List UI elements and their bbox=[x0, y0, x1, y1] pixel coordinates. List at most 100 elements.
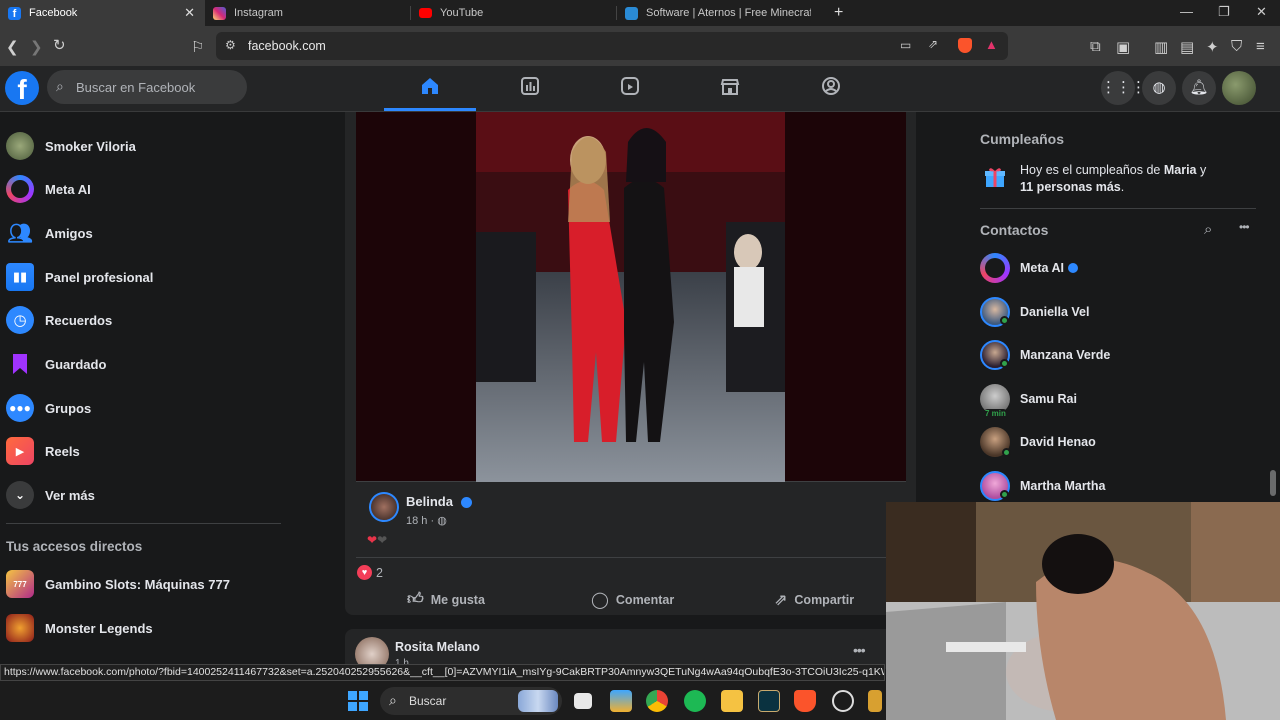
birthday-notice[interactable]: Hoy es el cumpleaños de Maria y 11 perso… bbox=[1020, 162, 1220, 196]
red-heart-icon: ❤ bbox=[367, 533, 378, 547]
wallet-icon[interactable]: ▤ bbox=[1180, 38, 1194, 56]
sidebar-item-groups[interactable]: ●●● Grupos bbox=[6, 391, 91, 425]
cast-icon[interactable]: ▭ bbox=[900, 38, 911, 52]
facebook-logo[interactable]: f bbox=[5, 71, 39, 105]
notifications-button[interactable]: 🔔︎ bbox=[1182, 71, 1216, 105]
leo-ai-icon[interactable]: ✦ bbox=[1206, 38, 1219, 56]
windows-start-icon[interactable] bbox=[348, 691, 368, 711]
post-timestamp[interactable]: 18 h · ◍ bbox=[406, 514, 447, 527]
address-bar[interactable]: ⚙ facebook.com ▭ ⇗ ▲ bbox=[216, 32, 1008, 60]
account-avatar[interactable] bbox=[1222, 71, 1256, 105]
post-author-name[interactable]: Rosita Melano bbox=[395, 640, 480, 654]
contact-item[interactable]: David Henao bbox=[980, 426, 1096, 458]
sidebar-item-reels[interactable]: ▶ Reels bbox=[6, 434, 80, 468]
sidebar-item-friends[interactable]: 👥︎ Amigos bbox=[6, 216, 92, 250]
bookmark-icon bbox=[6, 350, 34, 378]
file-explorer-icon[interactable] bbox=[721, 690, 743, 712]
post-photo[interactable] bbox=[476, 112, 785, 482]
back-icon[interactable]: ❮ bbox=[6, 38, 19, 56]
store-icon[interactable] bbox=[610, 690, 632, 712]
sidebar-item-see-more[interactable]: ⌄ Ver más bbox=[6, 478, 95, 512]
post-time-text: 18 h · bbox=[406, 515, 438, 527]
forward-icon[interactable]: ❯ bbox=[30, 38, 43, 56]
share-button[interactable]: ⇗ Compartir bbox=[774, 590, 854, 610]
contacts-options-icon[interactable]: ••• bbox=[1239, 220, 1250, 234]
league-client-icon[interactable] bbox=[758, 690, 780, 712]
tab-instagram[interactable]: Instagram bbox=[205, 0, 410, 26]
close-window-icon[interactable]: ✕ bbox=[1256, 4, 1267, 20]
minimize-icon[interactable]: — bbox=[1180, 4, 1193, 19]
sidebar-item-memories[interactable]: ◷ Recuerdos bbox=[6, 303, 112, 337]
contact-name: Manzana Verde bbox=[1020, 348, 1111, 362]
comment-button[interactable]: ◯ Comentar bbox=[591, 590, 674, 610]
app-icon[interactable] bbox=[832, 690, 854, 712]
vpn-icon[interactable]: ⛉ bbox=[1231, 38, 1242, 55]
chrome-icon[interactable] bbox=[646, 690, 668, 712]
love-reaction-icon[interactable]: ♥ bbox=[357, 565, 372, 580]
meta-ai-avatar bbox=[980, 253, 1010, 283]
verified-badge-icon bbox=[1068, 263, 1078, 273]
sidebar-item-professional[interactable]: ▮▮ Panel profesional bbox=[6, 260, 153, 294]
sidebar-toggle-icon[interactable]: ▥ bbox=[1154, 38, 1168, 56]
sidebar-item-profile[interactable]: Smoker Viloria bbox=[6, 129, 136, 163]
gambino-slots-icon: 777 bbox=[6, 570, 34, 598]
post-options-icon[interactable]: ••• bbox=[853, 642, 866, 658]
clock-icon: ◷ bbox=[6, 306, 34, 334]
online-indicator bbox=[1000, 490, 1009, 499]
bookmark-icon[interactable]: ⚐ bbox=[191, 38, 204, 56]
birthday-text-suffix: . bbox=[1120, 180, 1125, 194]
tab-facebook[interactable]: f Facebook ✕ bbox=[0, 0, 205, 26]
taskbar-search[interactable]: ⌕ Buscar bbox=[380, 687, 562, 715]
brave-shield-icon[interactable] bbox=[958, 38, 972, 53]
shortcut-item[interactable]: 777 Gambino Slots: Máquinas 777 bbox=[6, 567, 230, 601]
contact-item[interactable]: Martha Martha bbox=[980, 470, 1105, 502]
sidebar-item-label: Guardado bbox=[45, 356, 107, 372]
new-tab-button[interactable]: + bbox=[834, 4, 843, 22]
comment-label: Comentar bbox=[615, 593, 675, 607]
monster-legends-icon bbox=[6, 614, 34, 642]
menu-icon[interactable]: ≡ bbox=[1256, 38, 1265, 55]
spotify-icon[interactable] bbox=[684, 690, 706, 712]
browser-tab-strip: f Facebook ✕ Instagram YouTube Software … bbox=[0, 0, 1280, 26]
contacts-search-icon[interactable]: ⌕ bbox=[1204, 221, 1212, 238]
menu-grid-button[interactable]: ⋮⋮⋮ bbox=[1101, 71, 1146, 105]
facebook-search-input[interactable]: ⌕ Buscar en Facebook bbox=[47, 70, 247, 104]
contact-item[interactable]: Manzana Verde bbox=[980, 339, 1110, 371]
nav-home-icon[interactable] bbox=[418, 76, 442, 100]
nav-reels-icon[interactable] bbox=[618, 76, 642, 100]
nav-gaming-icon[interactable] bbox=[819, 76, 843, 100]
sidebar-item-saved[interactable]: Guardado bbox=[6, 347, 106, 381]
contact-item[interactable]: 7 min Samu Rai bbox=[980, 383, 1077, 418]
page-scrollbar[interactable] bbox=[1270, 470, 1276, 496]
grid-icon: ⋮⋮⋮ bbox=[1101, 79, 1146, 96]
sidebar-item-meta-ai[interactable]: Meta AI bbox=[6, 172, 91, 206]
tab-youtube[interactable]: YouTube bbox=[411, 0, 616, 26]
post-author-name[interactable]: Belinda bbox=[406, 494, 472, 509]
nav-marketplace-icon[interactable] bbox=[718, 76, 742, 100]
reload-icon[interactable]: ↻ bbox=[53, 36, 66, 54]
shortcut-item[interactable]: Monster Legends bbox=[6, 611, 153, 645]
restore-icon[interactable]: ❐ bbox=[1218, 4, 1230, 20]
contact-name: Samu Rai bbox=[1020, 392, 1077, 406]
share-icon[interactable]: ⇗ bbox=[928, 37, 938, 51]
nav-dashboard-icon[interactable] bbox=[518, 76, 542, 100]
sidebar-divider bbox=[6, 523, 281, 524]
author-name: Belinda bbox=[406, 494, 453, 509]
contact-item[interactable]: Daniella Vel bbox=[980, 296, 1089, 328]
close-tab-icon[interactable]: ✕ bbox=[184, 5, 195, 21]
site-settings-icon[interactable]: ⚙ bbox=[225, 38, 236, 52]
tab-aternos[interactable]: Software | Aternos | Free Minecraft Se bbox=[617, 0, 822, 26]
messenger-button[interactable]: ◍ bbox=[1142, 71, 1176, 105]
reaction-count[interactable]: 2 bbox=[376, 566, 383, 580]
extensions-icon[interactable]: ⧉ bbox=[1090, 38, 1101, 55]
app-icon[interactable] bbox=[868, 690, 882, 712]
brave-rewards-icon[interactable]: ▲ bbox=[985, 37, 998, 52]
brave-browser-icon[interactable] bbox=[794, 690, 816, 712]
contact-item[interactable]: Meta AI bbox=[980, 252, 1078, 284]
reader-icon[interactable]: ▣ bbox=[1116, 38, 1130, 56]
post-author-avatar[interactable] bbox=[369, 492, 399, 522]
task-view-icon[interactable] bbox=[574, 693, 592, 709]
sidebar-item-label: Ver más bbox=[45, 487, 95, 503]
like-button[interactable]: 👍︎ Me gusta bbox=[407, 590, 485, 609]
contact-avatar bbox=[980, 297, 1010, 327]
